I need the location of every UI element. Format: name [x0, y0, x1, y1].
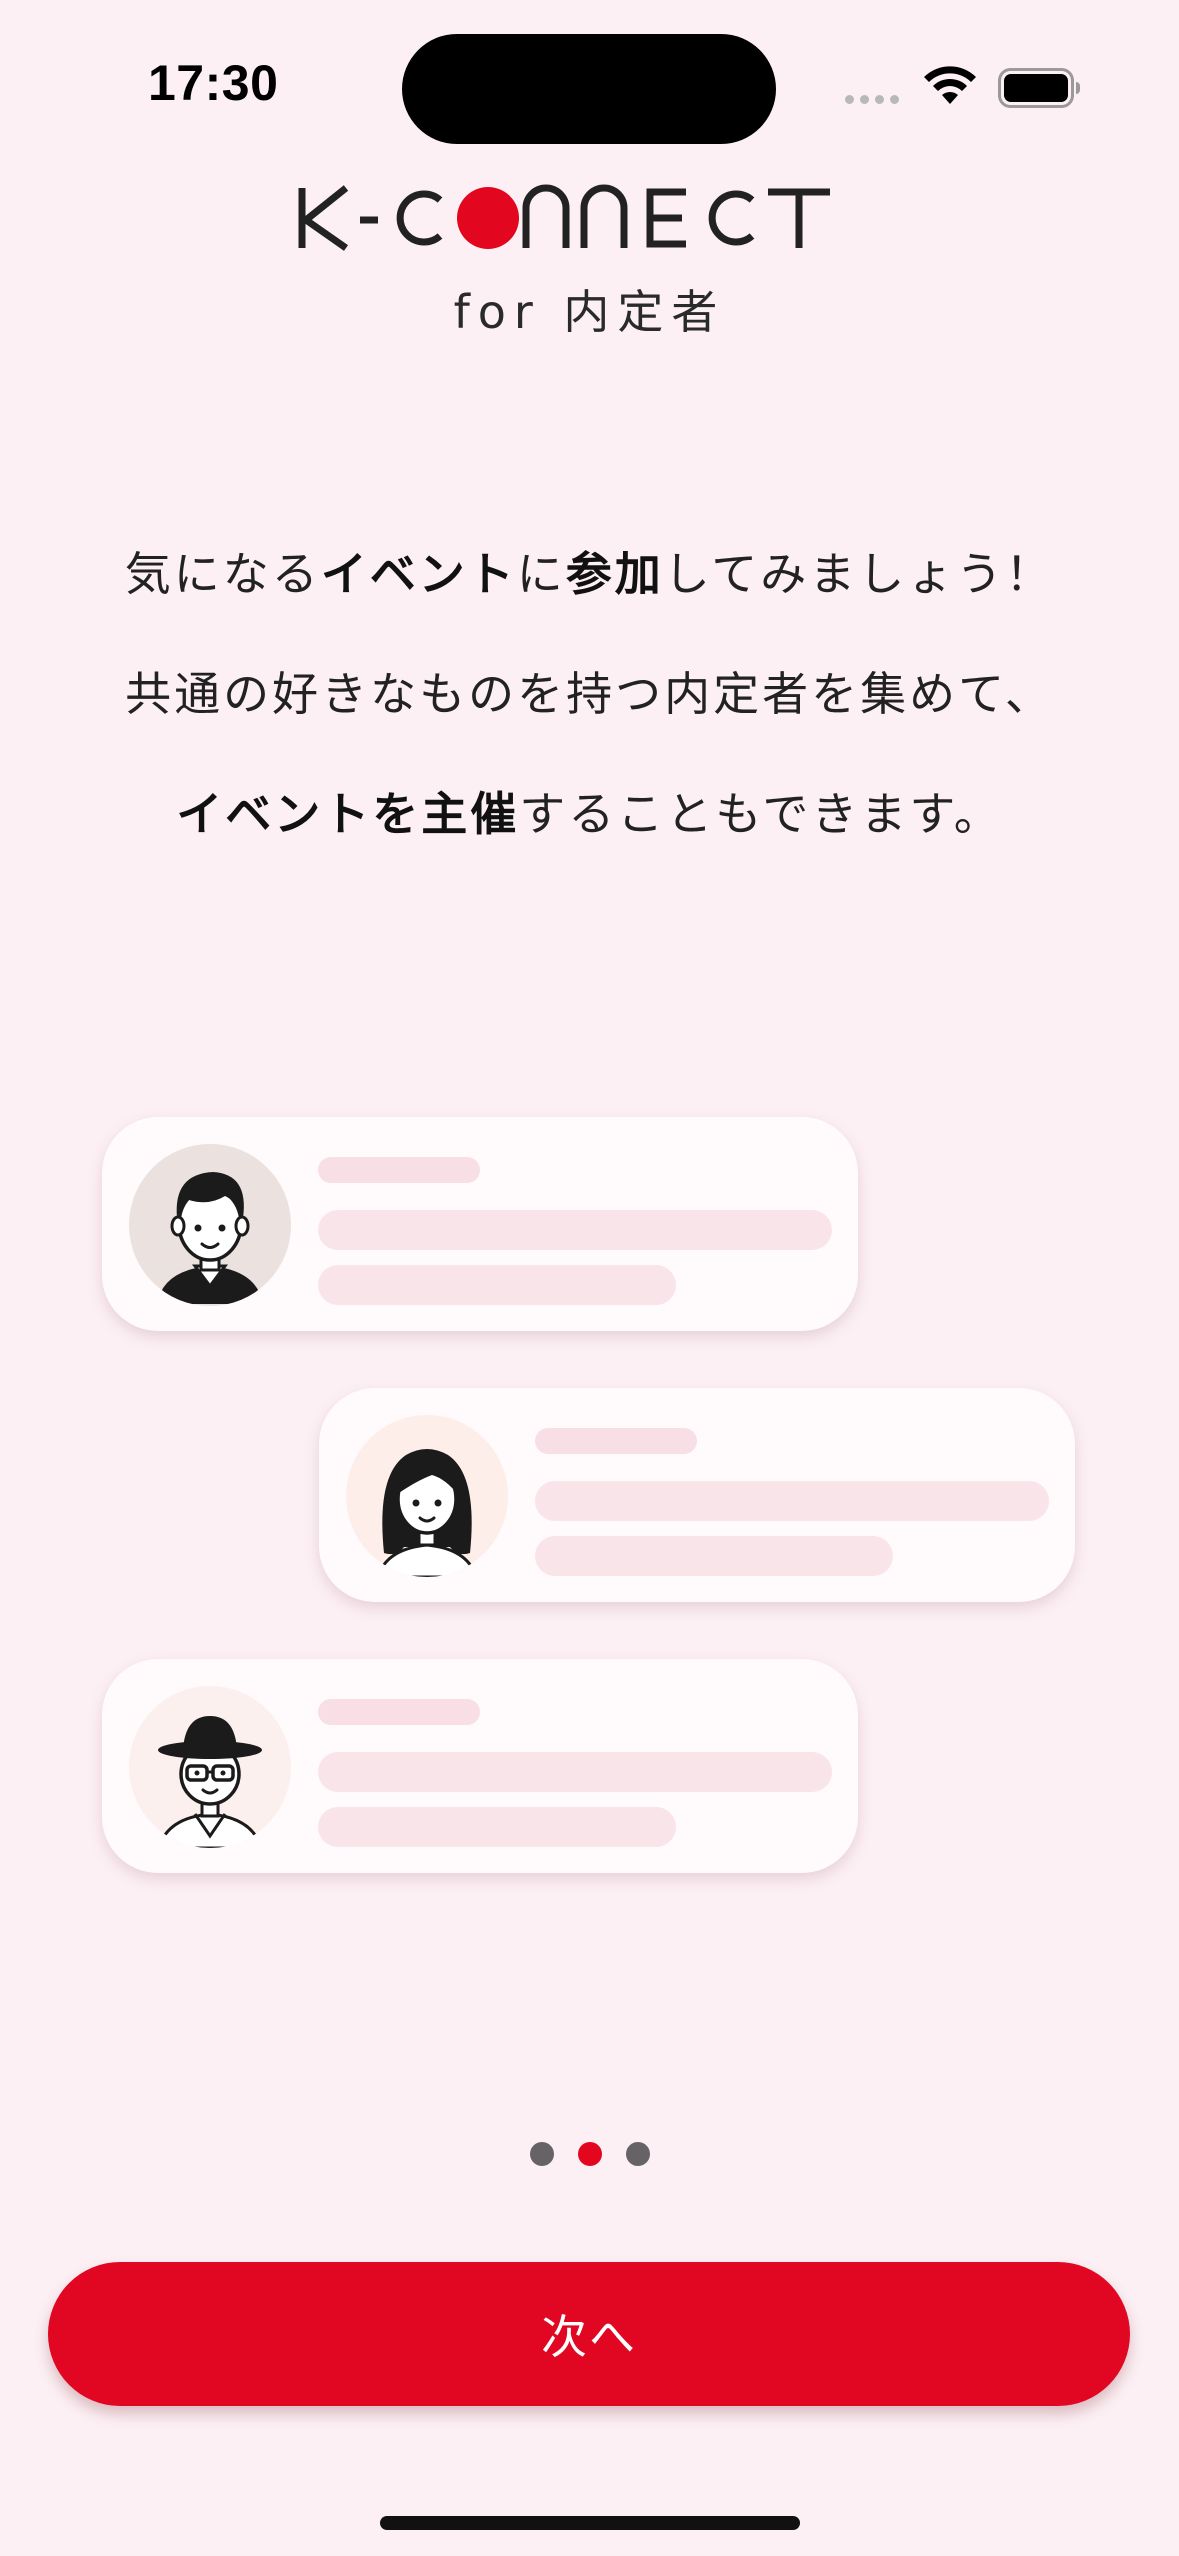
- hat-glasses-avatar-icon: [129, 1686, 291, 1848]
- placeholder-message-bar: [535, 1536, 893, 1576]
- intro-line-2: 共通の好きなものを持つ内定者を集めて、: [125, 667, 1054, 721]
- placeholder-message-bar: [535, 1481, 1049, 1521]
- chat-card: [319, 1388, 1075, 1602]
- chat-card: [102, 1659, 858, 1873]
- chat-card: [102, 1117, 858, 1331]
- status-time: 17:30: [148, 55, 279, 111]
- placeholder-message-bar: [318, 1807, 676, 1847]
- logo-subtitle: for 内定者: [453, 285, 726, 339]
- page-dot-2-active[interactable]: [577, 2142, 602, 2166]
- placeholder-message-bar: [318, 1752, 832, 1792]
- female-avatar-icon: [346, 1415, 508, 1577]
- intro-line-3: イベントを主催することもできます。: [176, 787, 1003, 841]
- placeholder-name-bar: [318, 1699, 480, 1725]
- next-button[interactable]: 次へ: [48, 2262, 1130, 2406]
- male-avatar-icon: [129, 1144, 291, 1306]
- placeholder-name-bar: [535, 1428, 697, 1454]
- page-dot-3[interactable]: [625, 2142, 650, 2166]
- battery-icon: [998, 68, 1080, 108]
- page-indicator: [0, 2142, 1179, 2166]
- cellular-signal-icon: [845, 95, 899, 104]
- dynamic-island: [402, 34, 776, 144]
- placeholder-name-bar: [318, 1157, 480, 1183]
- placeholder-message-bar: [318, 1210, 832, 1250]
- k-connect-logo: [298, 184, 830, 251]
- wifi-icon: [924, 66, 976, 104]
- home-indicator[interactable]: [380, 2516, 800, 2530]
- onboarding-screen: 17:30 for 内定者 気になるイベントに参加してみましょう！ 共通の好きな…: [0, 0, 1179, 2556]
- intro-line-1: 気になるイベントに参加してみましょう！: [124, 547, 1055, 601]
- placeholder-message-bar: [318, 1265, 676, 1305]
- page-dot-1[interactable]: [529, 2142, 554, 2166]
